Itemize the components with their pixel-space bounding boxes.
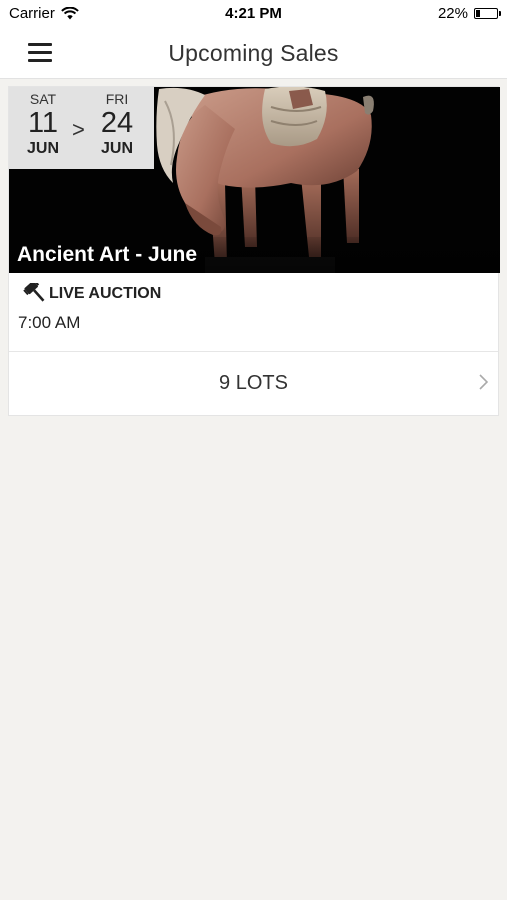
battery-percent: 22% — [437, 5, 468, 22]
start-month: JUN — [26, 140, 59, 157]
auction-type: LIVE AUCTION — [21, 283, 161, 305]
end-date: FRI 24 JUN — [87, 91, 147, 159]
lots-row[interactable]: 9 LOTS — [9, 351, 498, 416]
gavel-icon — [23, 283, 45, 302]
page-title: Upcoming Sales — [168, 40, 339, 66]
date-range-box: SAT 11 JUN > FRI 24 JUN — [9, 87, 154, 169]
start-day: 11 — [27, 107, 59, 139]
start-weekday: SAT — [29, 91, 57, 107]
clock: 4:21 PM — [225, 5, 282, 22]
end-weekday: FRI — [105, 91, 129, 107]
status-bar: Carrier 4:21 PM 22% — [0, 0, 507, 28]
end-day: 24 — [100, 107, 134, 139]
sale-time: 7:00 AM — [18, 313, 81, 332]
battery-icon — [474, 8, 501, 19]
sale-title: Ancient Art - June — [9, 237, 500, 273]
start-date: SAT 11 JUN — [13, 91, 73, 159]
date-separator: > — [72, 117, 85, 142]
sale-card[interactable]: SAT 11 JUN > FRI 24 JUN Ancient Art - Ju… — [8, 86, 500, 416]
battery-fill — [476, 10, 480, 17]
chevron-right-icon — [479, 374, 488, 390]
lots-count: 9 LOTS — [219, 372, 288, 394]
battery-group: 22% — [437, 5, 501, 22]
end-month: JUN — [100, 140, 133, 157]
sale-image[interactable]: SAT 11 JUN > FRI 24 JUN Ancient Art - Ju… — [9, 87, 500, 273]
nav-bar: Upcoming Sales — [0, 28, 507, 79]
auction-type-label: LIVE AUCTION — [49, 285, 162, 302]
